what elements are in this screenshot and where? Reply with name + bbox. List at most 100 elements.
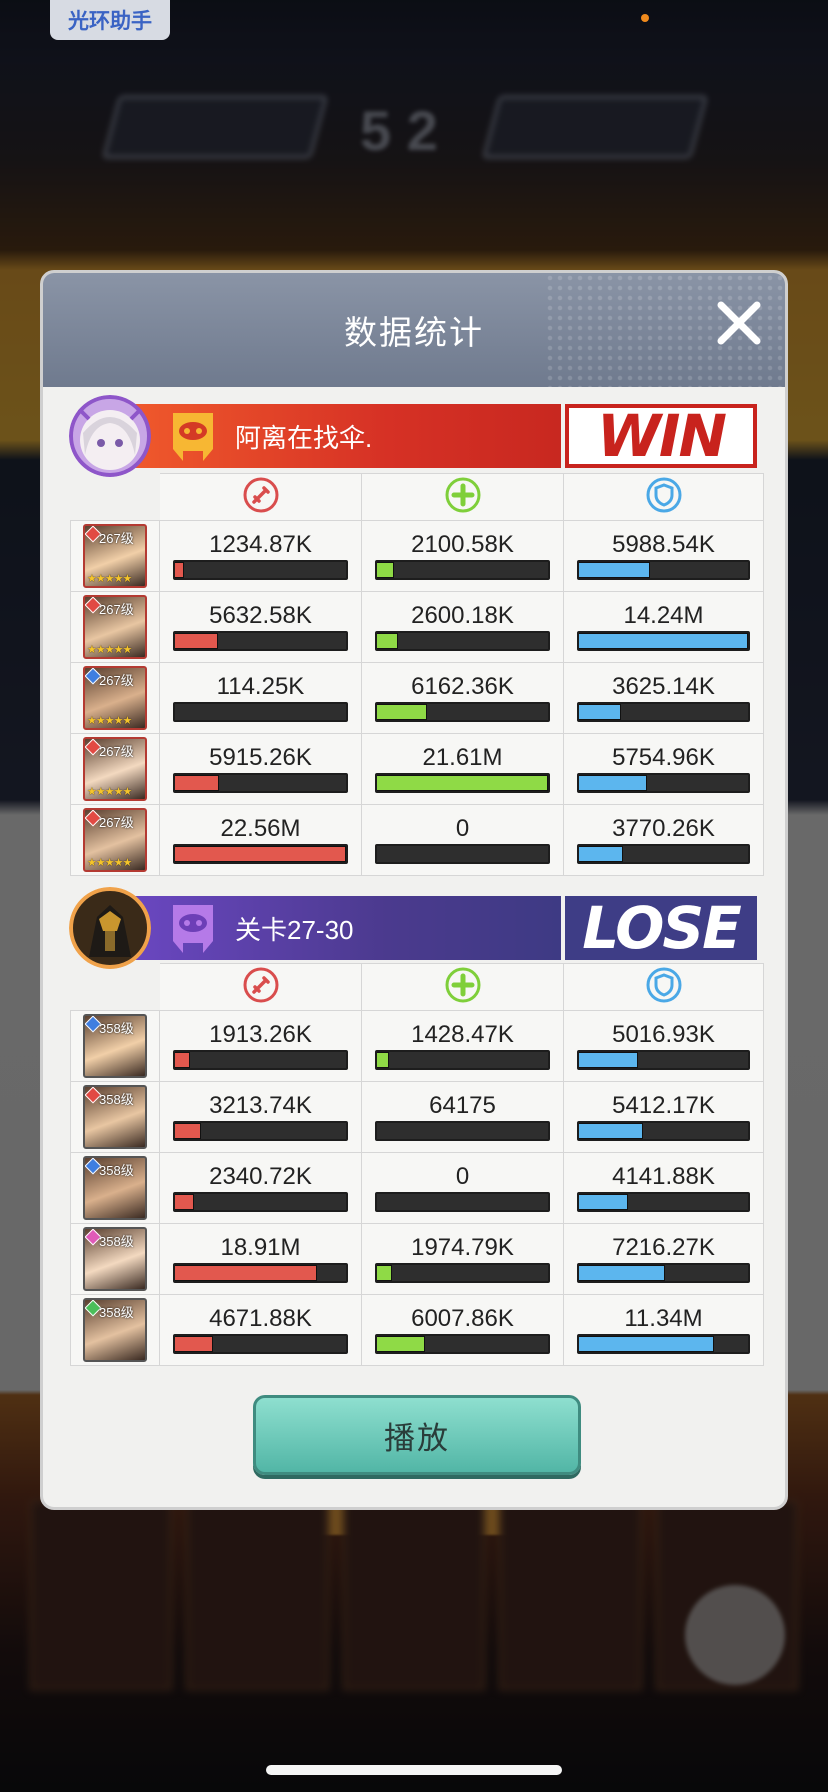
lose-label: LOSE bbox=[565, 894, 757, 962]
hero-cell: 358级 bbox=[70, 1011, 160, 1082]
team2-stats-table: 358级 1913.26K 1428.47K 5016.93K 358级 3213.74K… bbox=[70, 963, 764, 1366]
shield-value: 4141.88K bbox=[612, 1163, 715, 1190]
shield-stat-cell: 4141.88K bbox=[564, 1153, 764, 1224]
header-spacer bbox=[70, 963, 160, 1011]
damage-bar bbox=[173, 1121, 348, 1141]
stage-avatar[interactable] bbox=[69, 887, 151, 969]
heal-bar bbox=[375, 773, 550, 793]
damage-bar bbox=[173, 773, 348, 793]
damage-stat-cell: 22.56M bbox=[160, 805, 362, 876]
dialog-header: 数据统计 bbox=[43, 273, 785, 387]
heal-stat-cell: 1974.79K bbox=[362, 1224, 564, 1295]
heal-column-header bbox=[362, 473, 564, 521]
mask-emblem-icon bbox=[173, 905, 213, 953]
team-winner-banner: 阿离在找伞. WIN bbox=[69, 395, 765, 477]
hero-cell: 358级 bbox=[70, 1224, 160, 1295]
damage-value: 5632.58K bbox=[209, 602, 312, 629]
hero-cell: 267级 ★★★★★ bbox=[70, 592, 160, 663]
heal-bar bbox=[375, 1121, 550, 1141]
shield-stat-cell: 14.24M bbox=[564, 592, 764, 663]
shield-bar-fill bbox=[579, 1194, 628, 1210]
damage-bar-fill bbox=[175, 562, 185, 578]
shield-bar-fill bbox=[579, 1052, 639, 1068]
hero-cell: 267级 ★★★★★ bbox=[70, 805, 160, 876]
hero-portrait[interactable]: 267级 ★★★★★ bbox=[83, 808, 147, 872]
heal-stat-cell: 2100.58K bbox=[362, 521, 564, 592]
shield-bar-fill bbox=[579, 1123, 644, 1139]
shield-stat-cell: 3770.26K bbox=[564, 805, 764, 876]
heal-stat-cell: 0 bbox=[362, 1153, 564, 1224]
damage-bar-fill bbox=[175, 1123, 201, 1139]
heal-stat-cell: 64175 bbox=[362, 1082, 564, 1153]
shield-icon bbox=[645, 476, 683, 519]
damage-stat-cell: 114.25K bbox=[160, 663, 362, 734]
heal-value: 2100.58K bbox=[411, 531, 514, 558]
player-avatar[interactable] bbox=[69, 395, 151, 477]
star-rating-icon: ★★★★★ bbox=[87, 857, 132, 869]
heal-bar-fill bbox=[377, 1052, 389, 1068]
damage-column-header bbox=[160, 963, 362, 1011]
heal-stat-cell: 6162.36K bbox=[362, 663, 564, 734]
shield-bar bbox=[577, 844, 750, 864]
damage-bar bbox=[173, 702, 348, 722]
shield-stat-cell: 5016.93K bbox=[564, 1011, 764, 1082]
heal-value: 21.61M bbox=[422, 744, 503, 771]
damage-bar-fill bbox=[175, 633, 218, 649]
hero-portrait[interactable]: 358级 bbox=[83, 1227, 147, 1291]
shield-value: 11.34M bbox=[624, 1305, 703, 1332]
hero-portrait[interactable]: 358级 bbox=[83, 1085, 147, 1149]
hero-portrait[interactable]: 267级 ★★★★★ bbox=[83, 595, 147, 659]
shield-bar bbox=[577, 702, 750, 722]
damage-bar-fill bbox=[175, 1336, 213, 1352]
damage-bar-fill bbox=[175, 1194, 194, 1210]
heal-value: 64175 bbox=[429, 1092, 496, 1119]
hero-portrait[interactable]: 358级 bbox=[83, 1156, 147, 1220]
hero-portrait[interactable]: 358级 bbox=[83, 1014, 147, 1078]
damage-bar bbox=[173, 1192, 348, 1212]
hero-cell: 358级 bbox=[70, 1153, 160, 1224]
heal-value: 6162.36K bbox=[411, 673, 514, 700]
heal-bar bbox=[375, 844, 550, 864]
shield-value: 5412.17K bbox=[612, 1092, 715, 1119]
helper-tag[interactable]: 光环助手 bbox=[50, 0, 170, 40]
damage-bar-fill bbox=[175, 846, 346, 862]
damage-value: 4671.88K bbox=[209, 1305, 312, 1332]
hero-portrait[interactable]: 358级 bbox=[83, 1298, 147, 1362]
heal-stat-cell: 1428.47K bbox=[362, 1011, 564, 1082]
damage-bar bbox=[173, 560, 348, 580]
shield-stat-cell: 11.34M bbox=[564, 1295, 764, 1366]
shield-bar-fill bbox=[579, 1336, 715, 1352]
damage-bar bbox=[173, 631, 348, 651]
damage-stat-cell: 2340.72K bbox=[160, 1153, 362, 1224]
damage-value: 2340.72K bbox=[209, 1163, 312, 1190]
shield-bar bbox=[577, 1121, 750, 1141]
hero-portrait[interactable]: 267级 ★★★★★ bbox=[83, 666, 147, 730]
shield-bar-fill bbox=[579, 775, 647, 791]
damage-bar-fill bbox=[175, 1265, 317, 1281]
hero-portrait[interactable]: 267级 ★★★★★ bbox=[83, 524, 147, 588]
close-icon[interactable] bbox=[713, 297, 765, 349]
star-rating-icon: ★★★★★ bbox=[87, 573, 132, 585]
home-indicator[interactable] bbox=[266, 1765, 562, 1775]
shield-stat-cell: 5412.17K bbox=[564, 1082, 764, 1153]
shield-column-header bbox=[564, 473, 764, 521]
team-loser-banner: 关卡27-30 LOSE bbox=[69, 887, 765, 969]
shield-bar bbox=[577, 560, 750, 580]
damage-bar bbox=[173, 1050, 348, 1070]
shield-bar-fill bbox=[579, 562, 650, 578]
hero-portrait[interactable]: 267级 ★★★★★ bbox=[83, 737, 147, 801]
damage-stat-cell: 5632.58K bbox=[160, 592, 362, 663]
shield-column-header bbox=[564, 963, 764, 1011]
play-button[interactable]: 播放 bbox=[253, 1395, 581, 1475]
damage-stat-cell: 3213.74K bbox=[160, 1082, 362, 1153]
damage-bar bbox=[173, 844, 348, 864]
damage-value: 5915.26K bbox=[209, 744, 312, 771]
damage-stat-cell: 18.91M bbox=[160, 1224, 362, 1295]
hero-cell: 267级 ★★★★★ bbox=[70, 521, 160, 592]
win-label: WIN bbox=[565, 402, 757, 470]
heal-value: 1428.47K bbox=[411, 1021, 514, 1048]
shield-bar bbox=[577, 773, 750, 793]
hero-level: 358级 bbox=[99, 1234, 134, 1249]
damage-column-header bbox=[160, 473, 362, 521]
damage-stat-cell: 1913.26K bbox=[160, 1011, 362, 1082]
